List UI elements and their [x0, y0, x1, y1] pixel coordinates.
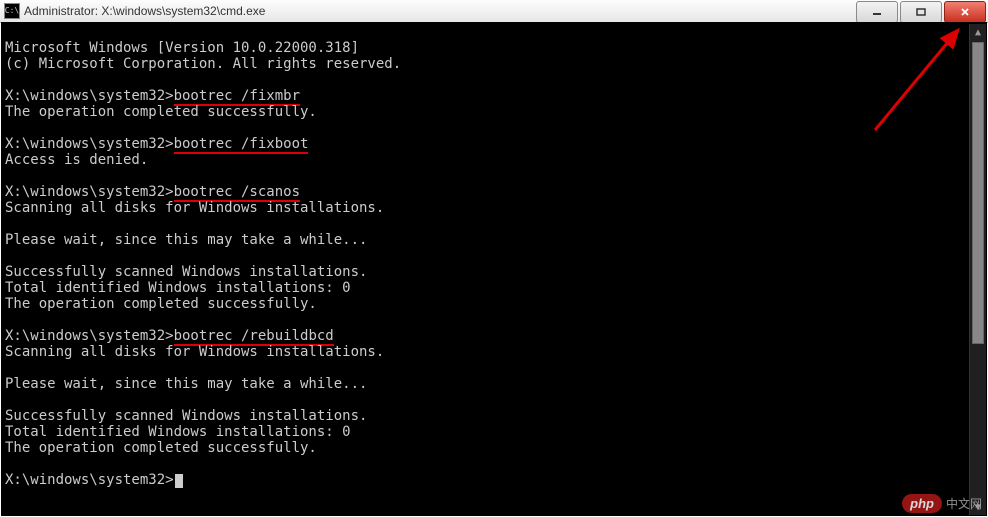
window-controls — [856, 0, 988, 22]
header-line: Microsoft Windows [Version 10.0.22000.31… — [5, 40, 359, 56]
watermark-badge: php — [902, 494, 942, 513]
output-line: Access is denied. — [5, 152, 148, 168]
output-line: The operation completed successfully. — [5, 440, 317, 456]
cmd-icon: C:\ — [4, 3, 20, 19]
prompt-text: X:\windows\system32> — [5, 88, 174, 104]
close-button[interactable] — [944, 1, 986, 23]
output-line: Scanning all disks for Windows installat… — [5, 344, 384, 360]
titlebar[interactable]: C:\ Administrator: X:\windows\system32\c… — [0, 0, 988, 23]
output-line: The operation completed successfully. — [5, 104, 317, 120]
header-line: (c) Microsoft Corporation. All rights re… — [5, 56, 401, 72]
minimize-button[interactable] — [856, 1, 898, 23]
prompt-text: X:\windows\system32> — [5, 136, 174, 152]
output-line: Total identified Windows installations: … — [5, 424, 351, 440]
output-line: Please wait, since this may take a while… — [5, 232, 367, 248]
cmd-window: C:\ Administrator: X:\windows\system32\c… — [0, 0, 988, 517]
output-line: Successfully scanned Windows installatio… — [5, 408, 367, 424]
watermark: php 中文网 — [902, 494, 982, 513]
vertical-scrollbar[interactable]: ▲ ▼ — [969, 24, 986, 515]
prompt-text: X:\windows\system32> — [5, 472, 174, 488]
maximize-icon — [916, 7, 926, 17]
current-prompt-line: X:\windows\system32> — [5, 472, 183, 488]
output-line: Scanning all disks for Windows installat… — [5, 200, 384, 216]
output-line: The operation completed successfully. — [5, 296, 317, 312]
window-title: Administrator: X:\windows\system32\cmd.e… — [24, 4, 265, 18]
output-line: Total identified Windows installations: … — [5, 280, 351, 296]
output-line: Successfully scanned Windows installatio… — [5, 264, 367, 280]
blank-line — [5, 72, 13, 88]
close-icon — [960, 7, 970, 17]
maximize-button[interactable] — [900, 1, 942, 23]
prompt-text: X:\windows\system32> — [5, 184, 174, 200]
scroll-up-arrow-icon[interactable]: ▲ — [970, 24, 986, 40]
watermark-text: 中文网 — [946, 495, 982, 512]
blank-line — [5, 456, 13, 472]
cursor — [175, 474, 183, 488]
blank-line — [5, 168, 13, 184]
blank-line — [5, 120, 13, 136]
cmd-icon-glyph: C:\ — [5, 7, 19, 15]
output-line: Please wait, since this may take a while… — [5, 376, 367, 392]
scroll-thumb[interactable] — [972, 42, 984, 344]
command-text: bootrec /fixboot — [174, 136, 309, 154]
terminal-output[interactable]: Microsoft Windows [Version 10.0.22000.31… — [1, 22, 987, 516]
blank-line — [5, 312, 13, 328]
minimize-icon — [872, 7, 882, 17]
prompt-text: X:\windows\system32> — [5, 328, 174, 344]
